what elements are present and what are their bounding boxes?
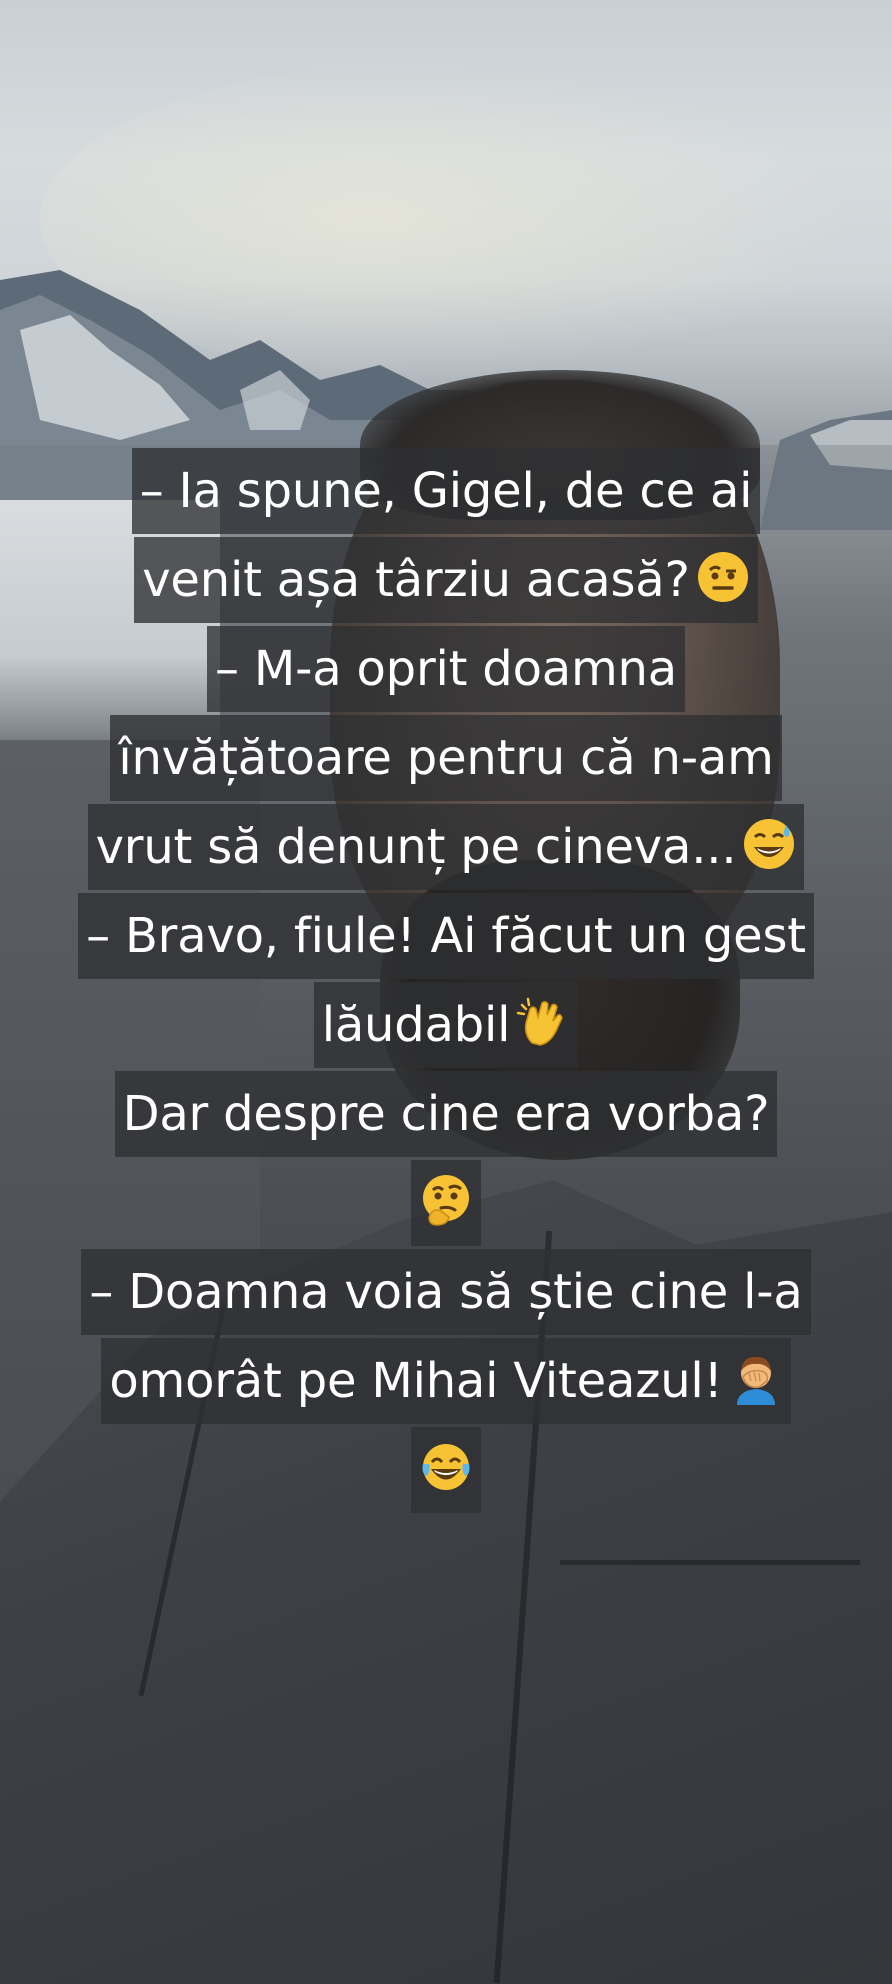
highlight-box: – Ia spune, Gigel, de ce ai [131,448,761,534]
joke-line-text: învățătoare pentru că n-am [118,730,774,786]
joke-line-11: omorât pe Mihai Viteazul! [0,1337,892,1426]
joke-line-3: – M-a oprit doamna [0,625,892,714]
joke-line-7: lăudabil [0,981,892,1070]
clapping-hands-icon [516,995,570,1049]
joke-line-9 [0,1159,892,1248]
joke-line-text: – M-a oprit doamna [215,641,677,697]
joke-line-text: – Doamna voia să știe cine l-a [89,1264,803,1320]
highlight-box [411,1427,481,1513]
joke-line-5: vrut să denunț pe cineva... [0,803,892,892]
thinking-face-icon [419,1173,473,1227]
joke-line-text: omorât pe Mihai Viteazul! [109,1353,723,1409]
highlight-box: omorât pe Mihai Viteazul! [101,1338,791,1424]
grinning-sweat-face-icon [742,817,796,871]
joke-line-text: venit așa târziu acasă? [142,552,690,608]
highlight-box: Dar despre cine era vorba? [114,1071,778,1157]
highlight-box [411,1160,481,1246]
highlight-box: – Bravo, fiule! Ai făcut un gest [78,893,814,979]
highlight-box: lăudabil [313,982,579,1068]
highlight-box: vrut să denunț pe cineva... [87,804,805,890]
raised-eyebrow-face-icon [696,550,750,604]
joke-line-2: venit așa târziu acasă? [0,536,892,625]
joke-line-6: – Bravo, fiule! Ai făcut un gest [0,892,892,981]
highlight-box: – Doamna voia să știe cine l-a [81,1249,811,1335]
highlight-box: învățătoare pentru că n-am [110,715,782,801]
joke-line-10: – Doamna voia să știe cine l-a [0,1248,892,1337]
joke-line-8: Dar despre cine era vorba? [0,1070,892,1159]
highlight-box: – M-a oprit doamna [207,626,685,712]
joke-line-text: lăudabil [321,997,511,1053]
joke-line-text: – Ia spune, Gigel, de ce ai [139,463,753,519]
joke-text-overlay: – Ia spune, Gigel, de ce ai venit așa tâ… [0,447,892,1515]
joke-line-text: Dar despre cine era vorba? [122,1086,770,1142]
tears-of-joy-face-icon [419,1440,473,1494]
joke-line-text: vrut să denunț pe cineva... [95,819,737,875]
joke-line-1: – Ia spune, Gigel, de ce ai [0,447,892,536]
joke-line-text: – Bravo, fiule! Ai făcut un gest [86,908,806,964]
joke-line-12 [0,1426,892,1515]
jacket-pocket-seam [560,1560,860,1565]
facepalm-person-icon [729,1351,783,1405]
highlight-box: venit așa târziu acasă? [134,537,758,623]
joke-line-4: învățătoare pentru că n-am [0,714,892,803]
